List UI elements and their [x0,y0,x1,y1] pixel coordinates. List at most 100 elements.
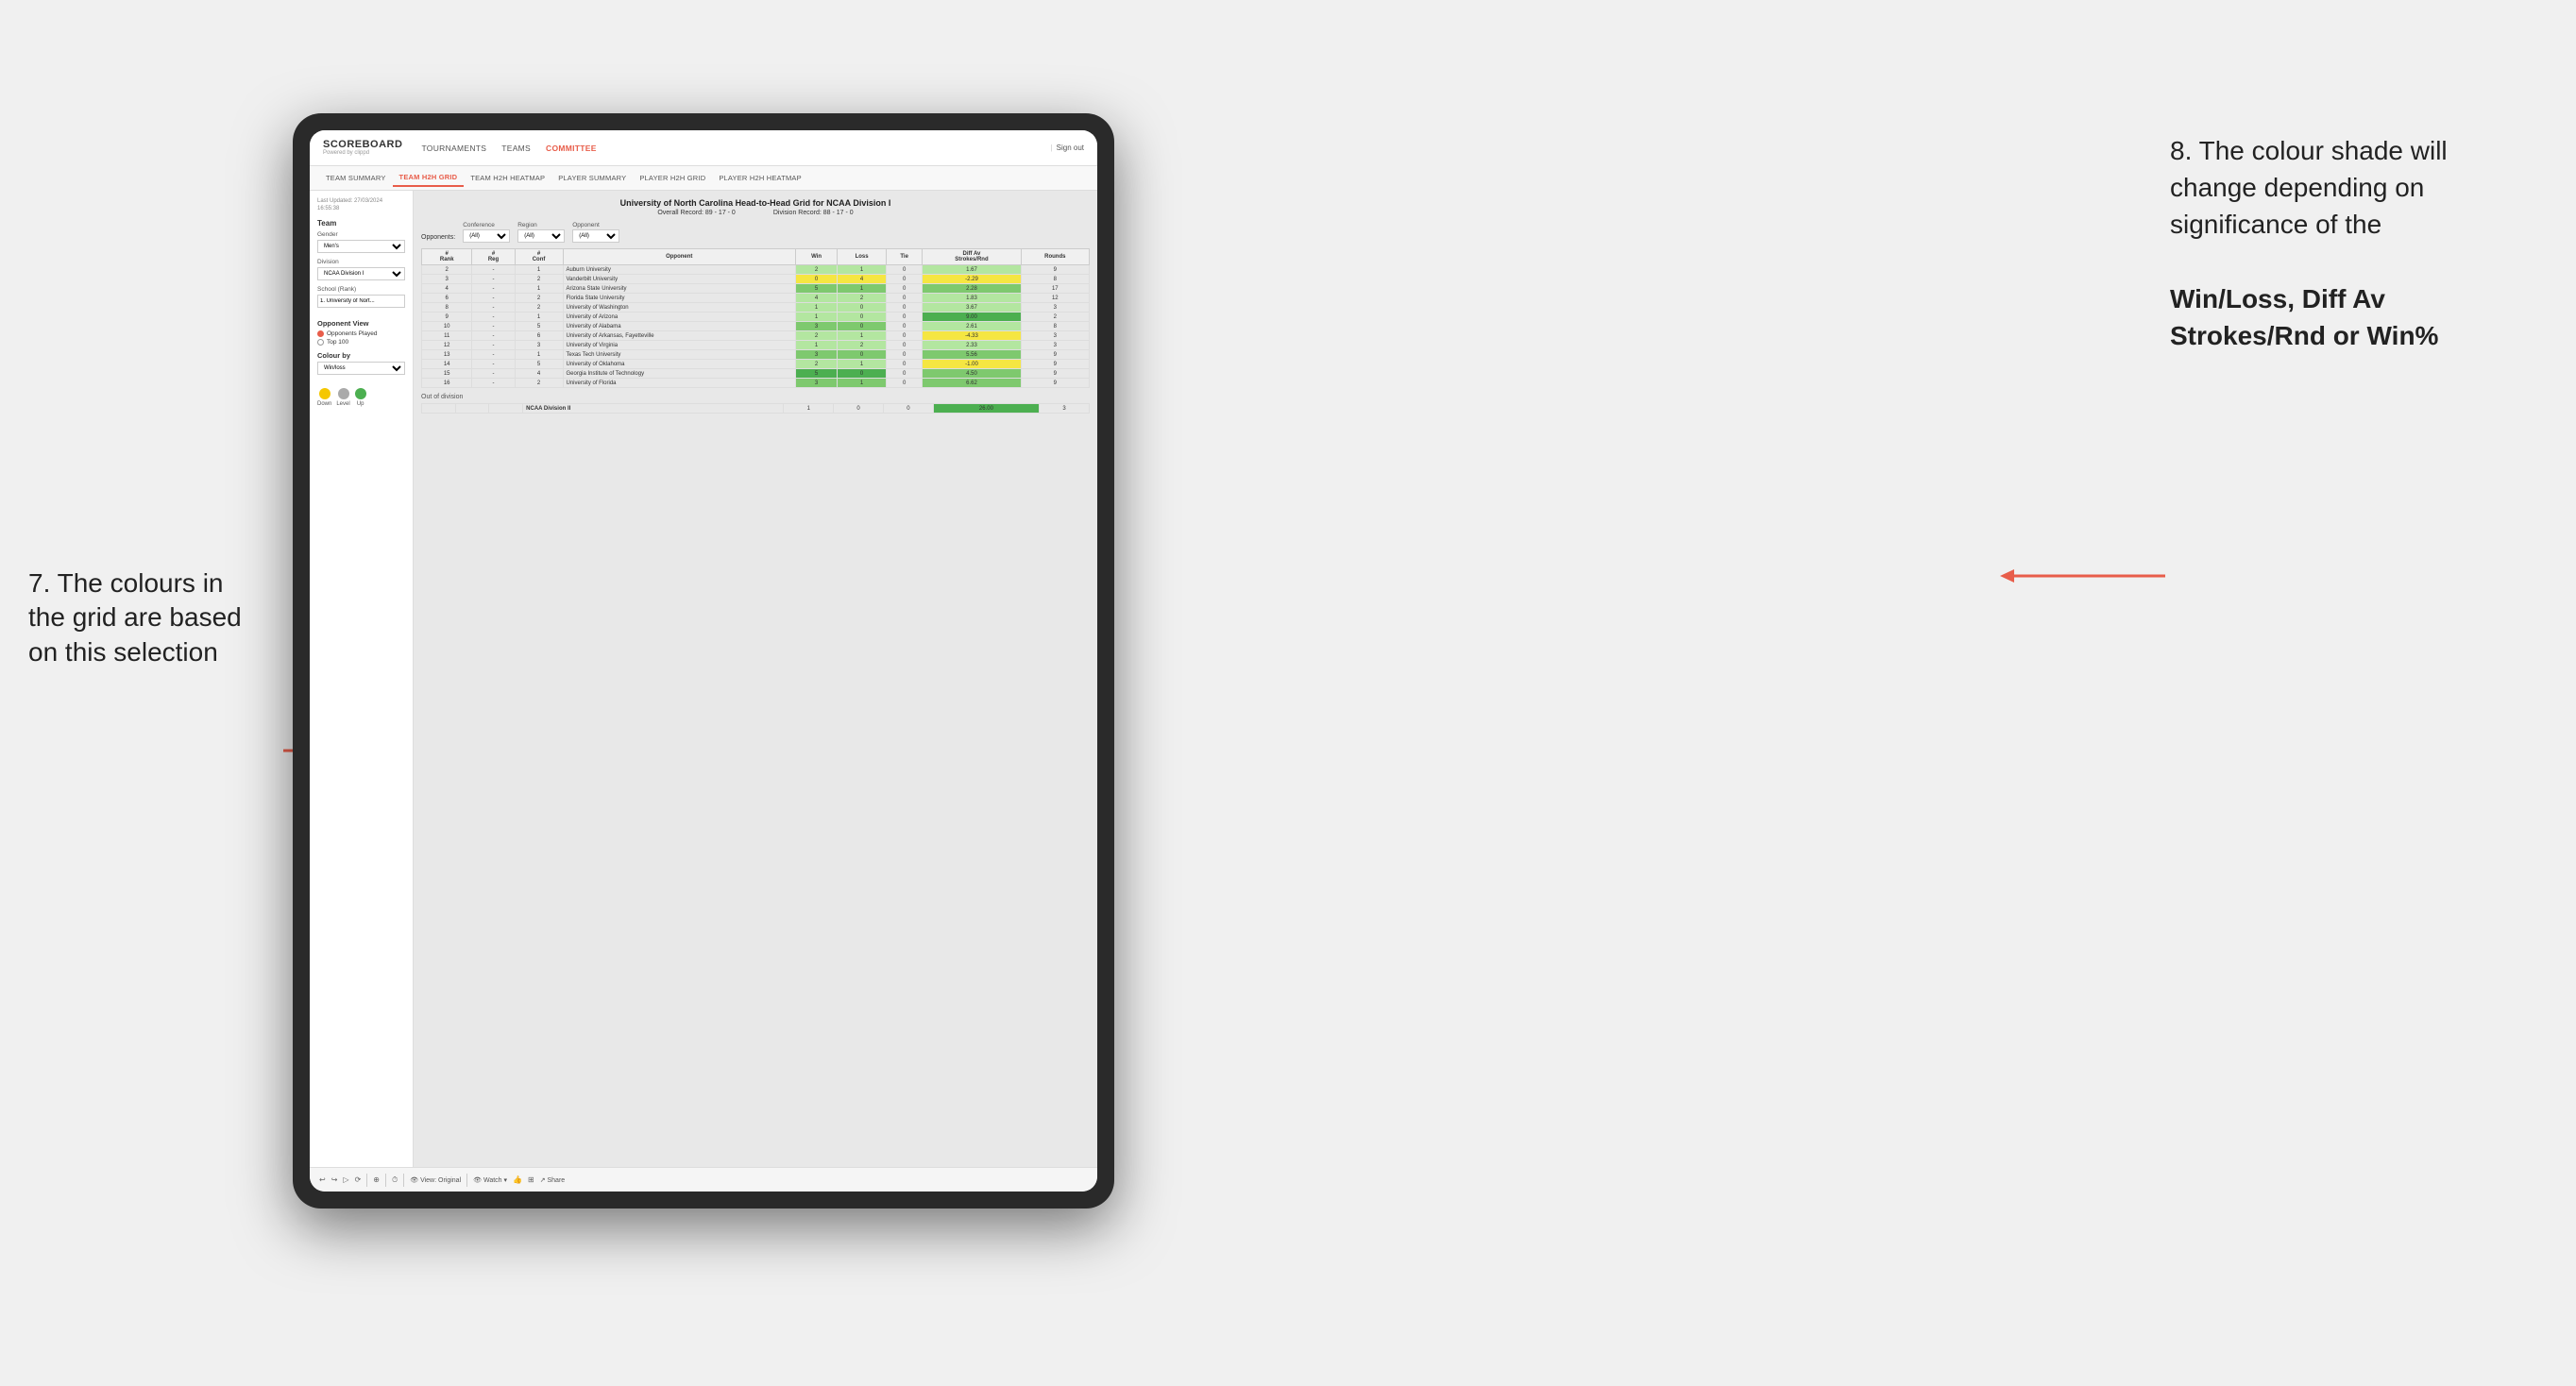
opponents-label: Opponents: [421,234,455,243]
clock-icon[interactable]: ⏱ [392,1175,398,1185]
radio-opponents-played[interactable]: Opponents Played [317,330,405,337]
refresh-icon[interactable]: ⟳ [355,1175,362,1184]
cell-reg: - [472,369,515,379]
table-row: 3 - 2 Vanderbilt University 0 4 0 -2.29 … [422,275,1090,284]
school-input[interactable] [317,295,405,308]
grid-icon[interactable]: ⊞ [528,1175,534,1184]
col-conf: #Conf [515,249,563,265]
opponent-view-title: Opponent View [317,319,405,328]
cell-rank: 15 [422,369,472,379]
cell-tie: 0 [886,265,922,275]
cell-win: 3 [795,379,837,388]
col-rounds: Rounds [1021,249,1089,265]
cell-reg: - [472,275,515,284]
cell-loss: 1 [838,331,887,341]
cell-loss: 0 [838,350,887,360]
out-of-division-label: Out of division [421,394,1090,400]
undo-icon[interactable]: ↩ [319,1175,326,1184]
legend-down: Down [317,388,331,407]
zoom-icon[interactable]: ⊕ [373,1175,380,1184]
watch-label[interactable]: 👁 Watch ▾ [473,1176,507,1184]
colour-by-select[interactable]: Win/loss [317,362,405,375]
cell-tie: 0 [886,294,922,303]
cell-win: 1 [784,404,834,414]
cell-diff: 5.56 [923,350,1021,360]
overall-record: Overall Record: 89 - 17 - 0 [657,210,735,216]
cell-reg: - [472,360,515,369]
sub-tab-player-summary[interactable]: PLAYER SUMMARY [551,170,633,186]
cell-win: 3 [795,350,837,360]
cell-loss: 1 [838,379,887,388]
sub-tab-team-summary[interactable]: TEAM SUMMARY [319,170,393,186]
gender-select[interactable]: Men's [317,240,405,253]
share-label[interactable]: ↗ Share [540,1176,566,1184]
cell-reg: - [472,294,515,303]
nav-tab-tournaments[interactable]: TOURNAMENTS [421,142,486,155]
logo-sub: Powered by clippd [323,150,402,156]
cell-rounds: 9 [1021,350,1089,360]
cell-reg: - [472,331,515,341]
cell-rounds: 2 [1021,313,1089,322]
forward-icon[interactable]: ▷ [343,1175,348,1184]
sign-out-link[interactable]: Sign out [1057,144,1084,152]
division-record: Division Record: 88 - 17 - 0 [773,210,854,216]
conference-filter-select[interactable]: (All) [463,229,510,243]
table-row: 9 - 1 University of Arizona 1 0 0 9.00 2 [422,313,1090,322]
cell-tie: 0 [886,313,922,322]
legend-up-circle [355,388,366,399]
cell-conf: 2 [515,294,563,303]
sub-tab-player-h2h-grid[interactable]: PLAYER H2H GRID [633,170,712,186]
thumbs-up-icon[interactable]: 👍 [513,1175,522,1184]
cell-rank: 16 [422,379,472,388]
annotation-left: 7. The colours in the grid are based on … [28,566,264,669]
region-filter-select[interactable]: (All) [517,229,565,243]
app-header: SCOREBOARD Powered by clippd TOURNAMENTS… [310,130,1097,166]
sub-tab-player-h2h-heatmap[interactable]: PLAYER H2H HEATMAP [712,170,808,186]
sub-tab-team-h2h-grid[interactable]: TEAM H2H GRID [393,169,465,187]
cell-win: 2 [795,360,837,369]
sub-tab-team-h2h-heatmap[interactable]: TEAM H2H HEATMAP [464,170,551,186]
cell-conf [489,404,523,414]
cell-loss: 1 [838,360,887,369]
cell-rank [422,404,456,414]
cell-diff: 3.67 [923,303,1021,313]
legend-level-label: Level [336,401,349,407]
cell-rank: 14 [422,360,472,369]
cell-diff: -1.00 [923,360,1021,369]
cell-tie: 0 [886,331,922,341]
division-select[interactable]: NCAA Division I [317,267,405,280]
cell-tie: 0 [886,284,922,294]
cell-win: 0 [795,275,837,284]
legend-up: Up [355,388,366,407]
legend-down-circle [319,388,330,399]
cell-win: 4 [795,294,837,303]
toolbar-separator [366,1174,367,1187]
cell-tie: 0 [886,350,922,360]
opponent-filter-select[interactable]: (All) [572,229,619,243]
cell-reg: - [472,379,515,388]
view-label[interactable]: 👁 View: Original [410,1176,461,1184]
cell-conf: 3 [515,341,563,350]
nav-tab-committee[interactable]: COMMITTEE [546,142,597,155]
cell-rank: 3 [422,275,472,284]
cell-opponent: University of Washington [563,303,795,313]
cell-opponent: Georgia Institute of Technology [563,369,795,379]
radio-label-top100: Top 100 [327,339,348,346]
radio-top100[interactable]: Top 100 [317,339,405,346]
filter-conference: Conference (All) [463,222,510,243]
nav-tab-teams[interactable]: TEAMS [501,142,531,155]
cell-win: 3 [795,322,837,331]
cell-diff: 1.67 [923,265,1021,275]
cell-reg: - [472,341,515,350]
cell-diff: 2.28 [923,284,1021,294]
cell-loss: 2 [838,294,887,303]
redo-icon[interactable]: ↪ [331,1175,338,1184]
cell-reg: - [472,303,515,313]
logo-text: SCOREBOARD [323,140,402,150]
cell-conf: 2 [515,275,563,284]
cell-conf: 6 [515,331,563,341]
tablet-frame: SCOREBOARD Powered by clippd TOURNAMENTS… [293,113,1114,1209]
cell-rounds: 3 [1021,331,1089,341]
cell-conf: 1 [515,284,563,294]
team-section-title: Team [317,219,405,228]
